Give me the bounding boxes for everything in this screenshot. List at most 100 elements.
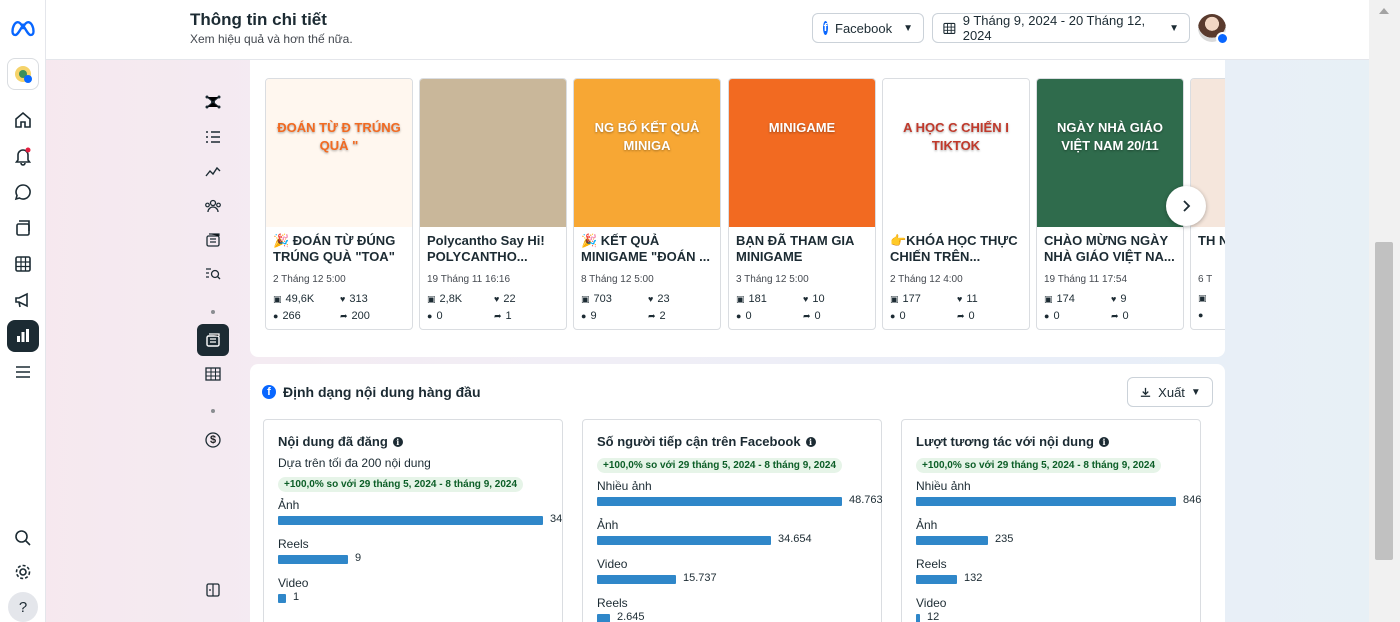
format-value: 34.654 — [778, 533, 812, 545]
thumbnail-text: NGÀY NHÀ GIÁO VIỆT NAM 20/11 — [1057, 120, 1163, 153]
format-bar — [278, 516, 543, 525]
panel-title-label: Lượt tương tác với nội dung — [916, 434, 1094, 449]
comparison-badge: +100,0% so với 29 tháng 5, 2024 - 8 thán… — [916, 458, 1162, 473]
post-card[interactable]: NGÀY NHÀ GIÁO VIỆT NAM 20/11 CHÀO MỪNG NG… — [1036, 78, 1184, 330]
format-panel: Số người tiếp cận trên Facebook i +100,0% … — [582, 419, 883, 622]
post-stat-shares: ➦ 200 — [340, 310, 370, 322]
format-value: 15.737 — [683, 572, 717, 584]
facebook-badge-icon — [1216, 32, 1229, 45]
platform-label: Facebook — [835, 20, 893, 36]
overview-icon[interactable] — [197, 86, 229, 118]
content-icon[interactable] — [197, 224, 229, 256]
content-active-icon[interactable] — [197, 324, 229, 356]
comments-icon: ● — [581, 311, 587, 321]
trend-icon[interactable] — [197, 155, 229, 187]
format-bar — [597, 614, 610, 622]
format-label: Ảnh — [597, 518, 619, 532]
panel-subtitle: Dựa trên tối đa 200 nội dung — [278, 456, 431, 470]
stat-value: 0 — [968, 310, 975, 322]
views-icon: ▣ — [736, 293, 745, 304]
stat-value: 313 — [349, 293, 368, 305]
page-scrollbar[interactable] — [1369, 0, 1400, 622]
post-stat-views: ▣ — [1198, 293, 1211, 304]
shares-icon: ➦ — [340, 310, 348, 321]
panel-toggle-icon[interactable] — [197, 574, 229, 606]
post-card[interactable]: A HỌC C CHIẾN I TIKTOK 👉KHÓA HỌC THỰC CHI… — [882, 78, 1030, 330]
format-panel: Lượt tương tác với nội dung i +100,0% so v… — [901, 419, 1201, 622]
planner-icon[interactable] — [7, 248, 39, 280]
comments-icon: ● — [736, 311, 742, 321]
shares-icon: ➦ — [1111, 310, 1119, 321]
stat-value: 266 — [282, 310, 301, 322]
format-bar — [916, 575, 957, 584]
user-avatar[interactable] — [1198, 14, 1229, 45]
stat-value: 0 — [1122, 310, 1129, 322]
post-date: 6 T — [1198, 274, 1213, 285]
search-insights-icon[interactable] — [197, 258, 229, 290]
format-label: Reels — [916, 557, 947, 571]
menu-icon[interactable] — [7, 356, 39, 388]
post-stat-views: ▣ 181 — [736, 293, 767, 305]
messages-icon[interactable] — [7, 176, 39, 208]
post-thumbnail: A HỌC C CHIẾN I TIKTOK — [883, 79, 1029, 227]
post-stat-likes: ♥ 23 — [648, 293, 670, 305]
platform-selector[interactable]: f Facebook ▼ — [812, 13, 924, 43]
post-date: 2 Tháng 12 5:00 — [273, 274, 346, 285]
table-icon[interactable] — [197, 358, 229, 390]
format-label: Ảnh — [916, 518, 938, 532]
scroll-up-icon[interactable] — [1379, 8, 1389, 14]
shares-icon: ➦ — [957, 310, 965, 321]
post-card[interactable]: ĐOÁN TỪ Đ TRÚNG QUÀ " 🎉 ĐOÁN TỪ ĐÚNG TRÚN… — [265, 78, 413, 330]
post-card[interactable]: MINIGAME BẠN ĐÃ THAM GIA MINIGAME CHƯA??.… — [728, 78, 876, 330]
date-range-selector[interactable]: 9 Tháng 9, 2024 - 20 Tháng 12, 2024 ▼ — [932, 13, 1190, 43]
stat-value: 10 — [812, 293, 825, 305]
calendar-icon — [943, 22, 956, 34]
page-header: Thông tin chi tiết Xem hiệu quả và hơn t… — [46, 0, 1369, 60]
dollar-symbol: $ — [209, 434, 217, 446]
comments-icon: ● — [273, 311, 279, 321]
help-icon[interactable]: ? — [8, 592, 38, 622]
audience-icon[interactable] — [197, 190, 229, 222]
carousel-next-button[interactable] — [1166, 186, 1206, 226]
monetization-icon[interactable]: $ — [197, 424, 229, 456]
panel-title: Nội dung đã đăng i — [278, 434, 403, 449]
left-rail: ? — [0, 0, 46, 622]
meta-logo-icon[interactable] — [7, 12, 39, 44]
scrollbar-thumb[interactable] — [1375, 242, 1393, 560]
ads-icon[interactable] — [7, 284, 39, 316]
stat-value: 181 — [748, 293, 767, 305]
panel-title-label: Số người tiếp cận trên Facebook — [597, 434, 801, 449]
likes-icon: ♥ — [648, 294, 654, 304]
content-icon[interactable] — [7, 212, 39, 244]
info-icon[interactable]: i — [1098, 436, 1109, 447]
post-stat-comments: ● — [1198, 310, 1207, 320]
separator-dot — [211, 409, 215, 413]
post-caption: 👉KHÓA HỌC THỰC CHIẾN TRÊN... — [890, 233, 1018, 264]
post-card[interactable]: NG BỐ KẾT QUẢ MINIGA 🎉 KẾT QUẢ MINIGAME "… — [573, 78, 721, 330]
profile-icon[interactable] — [7, 58, 39, 90]
stat-value: 49,6K — [285, 293, 315, 305]
settings-icon[interactable] — [7, 556, 39, 588]
home-icon[interactable] — [7, 104, 39, 136]
comments-icon: ● — [1044, 311, 1050, 321]
comments-icon: ● — [890, 311, 896, 321]
comments-icon: ● — [1198, 310, 1204, 320]
results-icon[interactable] — [197, 121, 229, 153]
format-label: Video — [278, 576, 309, 590]
post-thumbnail: NG BỐ KẾT QUẢ MINIGA — [574, 79, 720, 227]
export-button[interactable]: Xuất ▼ — [1127, 377, 1213, 407]
recent-posts-card: ĐOÁN TỪ Đ TRÚNG QUÀ " 🎉 ĐOÁN TỪ ĐÚNG TRÚN… — [250, 60, 1225, 357]
post-stat-likes: ♥ 11 — [957, 293, 978, 305]
info-icon[interactable]: i — [805, 436, 816, 447]
info-icon[interactable]: i — [392, 436, 403, 447]
post-stat-comments: ● 9 — [581, 310, 597, 322]
post-date: 8 Tháng 12 5:00 — [581, 274, 654, 285]
facebook-icon: f — [262, 385, 276, 399]
search-icon[interactable] — [7, 522, 39, 554]
post-stat-views: ▣ 177 — [890, 293, 921, 305]
post-card[interactable]: Polycantho Say Hi! POLYCANTHO... 19 Tháng… — [419, 78, 567, 330]
format-bar — [916, 497, 1176, 506]
notifications-icon[interactable] — [7, 140, 39, 172]
insights-icon[interactable] — [7, 320, 39, 352]
post-stat-shares: ➦ 0 — [803, 310, 821, 322]
